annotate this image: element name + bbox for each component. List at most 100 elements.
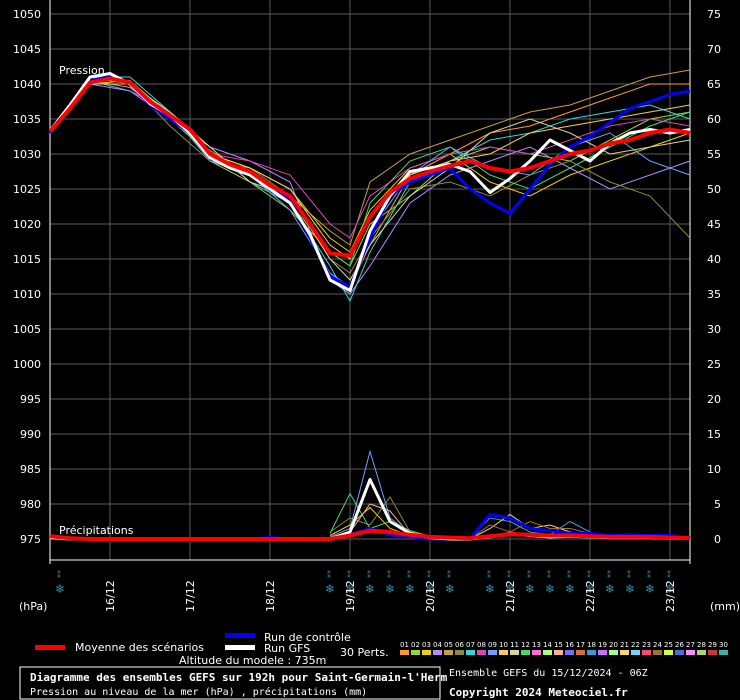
chart-title: Diagramme des ensembles GEFS sur 192h po… xyxy=(30,671,448,684)
chart-subtitle: Pression au niveau de la mer (hPa) , pré… xyxy=(30,686,367,698)
snow-stack-text: ** xyxy=(426,570,435,578)
pert-number: 20 xyxy=(609,641,618,649)
pert-swatch xyxy=(576,650,585,655)
snowflake-icon: ❄ xyxy=(325,582,335,596)
x-tick-label: 19/12 xyxy=(344,580,357,612)
pert-number: 23 xyxy=(642,641,651,649)
pert-number: 30 xyxy=(719,641,728,649)
pert-number: 04 xyxy=(433,641,442,649)
snow-stack-text: ** xyxy=(326,570,335,578)
snow-stack-text: ** xyxy=(56,570,65,578)
left-tick-label: 1040 xyxy=(13,78,41,91)
pert-swatch xyxy=(598,650,607,655)
pert-swatch xyxy=(653,650,662,655)
pert-number: 21 xyxy=(620,641,629,649)
right-tick-label: 30 xyxy=(707,323,721,336)
snowflake-icon: ❄ xyxy=(645,582,655,596)
pert-number: 09 xyxy=(488,641,497,649)
pert-swatch xyxy=(400,650,409,655)
left-tick-label: 1010 xyxy=(13,288,41,301)
pert-swatch xyxy=(521,650,530,655)
copyright: Copyright 2024 Meteociel.fr xyxy=(449,686,628,699)
snow-stack-text: ** xyxy=(666,570,675,578)
pert-number: 24 xyxy=(653,641,662,649)
pert-swatch xyxy=(719,650,728,655)
pert-swatch xyxy=(675,650,684,655)
pert-swatch xyxy=(488,650,497,655)
left-tick-label: 1050 xyxy=(13,8,41,21)
right-tick-label: 10 xyxy=(707,463,721,476)
pert-number: 06 xyxy=(455,641,464,649)
snowflake-icon: ❄ xyxy=(525,582,535,596)
pert-swatch xyxy=(565,650,574,655)
pert-swatch xyxy=(664,650,673,655)
x-tick-label: 20/12 xyxy=(424,580,437,612)
pert-swatch xyxy=(708,650,717,655)
snowflake-icon: ❄ xyxy=(605,582,615,596)
pert-number: 07 xyxy=(466,641,475,649)
snowflake-icon: ❄ xyxy=(385,582,395,596)
snow-stack-text: ** xyxy=(546,570,555,578)
pert-number: 28 xyxy=(697,641,706,649)
right-tick-label: 75 xyxy=(707,8,721,21)
right-tick-label: 70 xyxy=(707,43,721,56)
pert-swatch xyxy=(686,650,695,655)
right-tick-label: 45 xyxy=(707,218,721,231)
snow-stack-text: ** xyxy=(626,570,635,578)
snow-stack-text: ** xyxy=(566,570,575,578)
pert-swatch xyxy=(444,650,453,655)
pert-number: 26 xyxy=(675,641,684,649)
left-tick-label: 1015 xyxy=(13,253,41,266)
right-tick-label: 55 xyxy=(707,148,721,161)
pert-swatch xyxy=(587,650,596,655)
legend-control-swatch xyxy=(225,633,255,638)
snowflake-icon: ❄ xyxy=(365,582,375,596)
pert-swatch xyxy=(499,650,508,655)
left-tick-label: 1045 xyxy=(13,43,41,56)
pert-swatch xyxy=(642,650,651,655)
snow-stack-text: ** xyxy=(586,570,595,578)
pert-swatch xyxy=(466,650,475,655)
snow-stack-text: ** xyxy=(526,570,535,578)
pert-number: 27 xyxy=(686,641,695,649)
pert-number: 13 xyxy=(532,641,541,649)
snow-stack-text: ** xyxy=(486,570,495,578)
x-tick-label: 22/12 xyxy=(584,580,597,612)
pert-swatch xyxy=(510,650,519,655)
legend-mean-label: Moyenne des scénarios xyxy=(75,641,204,654)
pert-number: 19 xyxy=(598,641,607,649)
pert-number: 29 xyxy=(708,641,717,649)
left-tick-label: 1035 xyxy=(13,113,41,126)
snowflake-icon: ❄ xyxy=(445,582,455,596)
x-tick-label: 16/12 xyxy=(104,580,117,612)
pert-swatch xyxy=(609,650,618,655)
snowflake-icon: ❄ xyxy=(625,582,635,596)
pert-number: 05 xyxy=(444,641,453,649)
snow-stack-text: ** xyxy=(646,570,655,578)
snowflake-icon: ❄ xyxy=(405,582,415,596)
pert-number: 02 xyxy=(411,641,420,649)
right-tick-label: 5 xyxy=(714,498,721,511)
left-tick-label: 1000 xyxy=(13,358,41,371)
pert-number: 25 xyxy=(664,641,673,649)
pert-swatch xyxy=(422,650,431,655)
gefs-ensemble-chart: ** ❄ ** ❄ ** ❄ ** ❄ ** ❄ ** ❄ ** ❄ ** ❄ ** ❄ ** ❄ ** ❄ ** ❄ ** ❄ *… xyxy=(0,0,740,700)
right-tick-label: 25 xyxy=(707,358,721,371)
snowflake-icon: ❄ xyxy=(55,582,65,596)
pert-number: 10 xyxy=(499,641,508,649)
pert-number: 22 xyxy=(631,641,640,649)
altitude-text: Altitude du modele : 735m xyxy=(179,654,326,667)
right-tick-label: 0 xyxy=(714,533,721,546)
left-tick-label: 975 xyxy=(20,533,41,546)
pert-number: 11 xyxy=(510,641,519,649)
x-tick-label: 17/12 xyxy=(184,580,197,612)
right-tick-label: 20 xyxy=(707,393,721,406)
snow-stack-text: ** xyxy=(506,570,515,578)
legend-gfs-swatch xyxy=(225,645,255,650)
right-tick-label: 50 xyxy=(707,183,721,196)
left-tick-label: 980 xyxy=(20,498,41,511)
right-tick-label: 60 xyxy=(707,113,721,126)
left-tick-label: 995 xyxy=(20,393,41,406)
left-tick-label: 985 xyxy=(20,463,41,476)
pert-swatch xyxy=(477,650,486,655)
